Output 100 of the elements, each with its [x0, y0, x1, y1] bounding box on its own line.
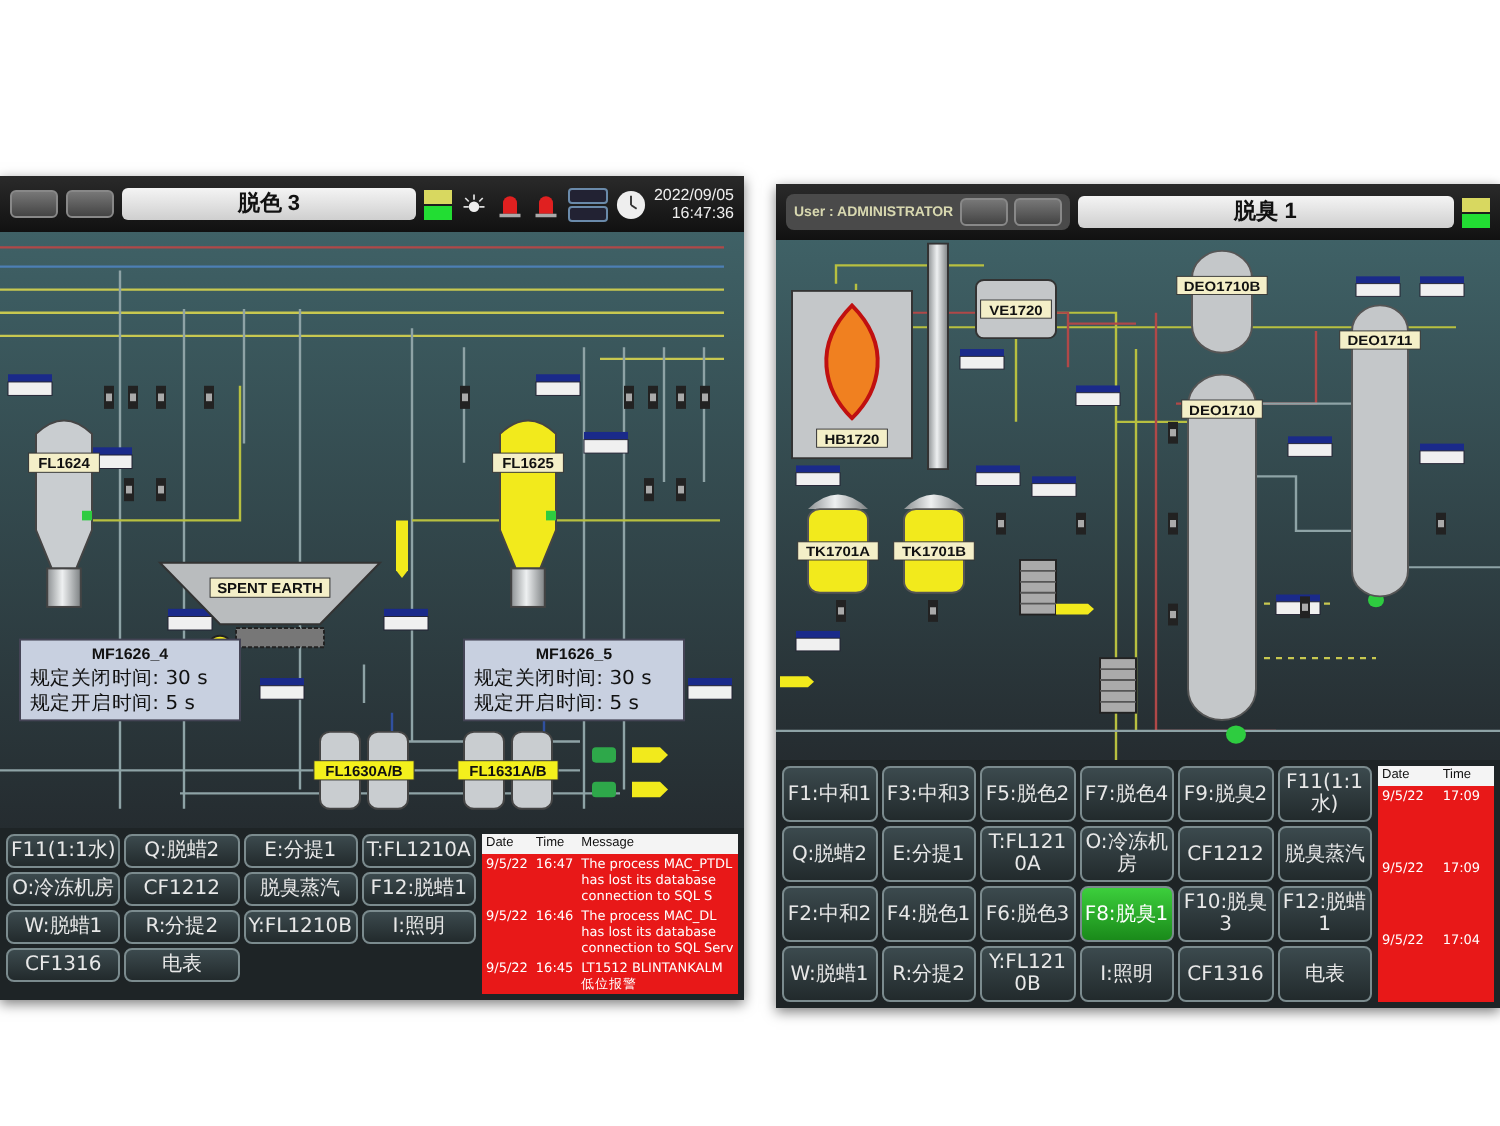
- header-button[interactable]: [567, 187, 608, 203]
- nav-button[interactable]: 脱臭蒸汽: [243, 872, 358, 906]
- nav-button[interactable]: F5:脱色2: [980, 766, 1075, 822]
- nav-button[interactable]: F10:脱臭3: [1178, 886, 1273, 942]
- nav-button[interactable]: CF1316: [1178, 946, 1273, 1002]
- filter-press-drawing: [1019, 559, 1057, 616]
- clock-icon: [615, 189, 646, 219]
- panel-text: 规定开启时间: 5 s: [30, 693, 195, 715]
- readout-icon: [1031, 476, 1077, 497]
- valve-icon: [1168, 603, 1178, 626]
- header-button[interactable]: [959, 198, 1008, 226]
- outlet-tag-icon: [780, 676, 814, 688]
- nav-button[interactable]: F3:中和3: [881, 766, 976, 822]
- nav-button[interactable]: T:FL1210A: [361, 834, 476, 868]
- screen-title: 脱色 3: [122, 188, 416, 220]
- alarm-siren-icon: [495, 191, 524, 217]
- nav-button[interactable]: W:脱蜡1: [6, 910, 121, 944]
- valve-icon: [1076, 512, 1086, 535]
- nav-button[interactable]: E:分提1: [243, 834, 358, 868]
- readout-icon: [1419, 276, 1465, 297]
- valve-icon: [676, 385, 686, 409]
- nav-button[interactable]: CF1212: [1178, 826, 1273, 882]
- outlet-tag-icon: [396, 520, 408, 579]
- readout-icon: [1075, 385, 1121, 406]
- readout-icon: [1287, 436, 1333, 457]
- readout-icon: [959, 349, 1005, 370]
- valve-icon: [460, 385, 470, 409]
- screw-conveyor-drawing: [235, 627, 325, 649]
- nav-button[interactable]: Q:脱蜡2: [124, 834, 239, 868]
- nav-button[interactable]: Y:FL1210B: [980, 946, 1075, 1002]
- time-text: 16:47:36: [669, 204, 734, 222]
- nav-button[interactable]: W:脱蜡1: [782, 946, 877, 1002]
- valve-icon: [996, 512, 1006, 535]
- nav-button[interactable]: F11(1:1水): [1277, 766, 1372, 822]
- screen-title: 脱臭 1: [1077, 196, 1454, 228]
- panel-text: 规定关闭时间: 30 s: [474, 668, 652, 690]
- nav-button[interactable]: R:分提2: [124, 910, 239, 944]
- nav-button[interactable]: Q:脱蜡2: [782, 826, 877, 882]
- nav-button[interactable]: CF1212: [124, 872, 239, 906]
- valve-icon: [836, 600, 846, 622]
- nav-button[interactable]: R:分提2: [881, 946, 976, 1002]
- valve-icon: [624, 385, 634, 409]
- nav-button[interactable]: I:照明: [361, 910, 476, 944]
- valve-icon: [124, 478, 134, 502]
- readout-icon: [583, 431, 629, 454]
- valve-icon: [700, 385, 710, 409]
- readout-icon: [975, 465, 1021, 486]
- valve-icon: [1300, 596, 1310, 619]
- valve-icon: [676, 478, 686, 502]
- outlet-tag-icon: [1056, 603, 1094, 615]
- nav-button[interactable]: F7:脱色4: [1079, 766, 1174, 822]
- valve-icon: [1168, 512, 1178, 535]
- nav-button[interactable]: F12:脱蜡1: [361, 872, 476, 906]
- valve-icon: [128, 385, 138, 409]
- header-button[interactable]: [567, 205, 608, 221]
- valve-icon: [104, 385, 114, 409]
- readout-icon: [7, 374, 53, 396]
- nav-button[interactable]: I:照明: [1079, 946, 1174, 1002]
- readout-icon: [795, 465, 841, 486]
- nav-button[interactable]: F1:中和1: [782, 766, 877, 822]
- nav-button[interactable]: F9:脱臭2: [1178, 766, 1273, 822]
- header-button[interactable]: [10, 190, 58, 218]
- readout-icon: [535, 374, 581, 396]
- nav-button[interactable]: E:分提1: [881, 826, 976, 882]
- nav-button[interactable]: O:冷冻机房: [1079, 826, 1174, 882]
- nav-button[interactable]: CF1316: [6, 948, 121, 982]
- valve-icon: [1168, 421, 1178, 444]
- nav-button[interactable]: 电表: [1277, 946, 1372, 1002]
- light-icon: [459, 191, 488, 217]
- readout-icon: [259, 678, 305, 700]
- readout-icon: [795, 630, 841, 652]
- outlet-tag-icon: [632, 781, 668, 798]
- valve-icon: [644, 478, 654, 502]
- pump-icon: [1226, 725, 1246, 744]
- nav-button[interactable]: O:冷冻机房: [6, 872, 121, 906]
- readout-icon: [1355, 276, 1401, 297]
- readout-icon: [1419, 443, 1465, 465]
- nav-button[interactable]: F6:脱色3: [980, 886, 1075, 942]
- panel-text: 规定关闭时间: 30 s: [30, 668, 208, 690]
- filter-press-drawing: [1099, 657, 1137, 714]
- valve-icon: [204, 385, 214, 409]
- header-button[interactable]: [66, 190, 114, 218]
- nav-button[interactable]: T:FL1210A: [980, 826, 1075, 882]
- valve-icon: [156, 478, 166, 502]
- nav-button[interactable]: 脱臭蒸汽: [1277, 826, 1372, 882]
- nav-button[interactable]: F4:脱色1: [881, 886, 976, 942]
- readout-icon: [167, 608, 213, 631]
- panel-text: 规定开启时间: 5 s: [474, 693, 639, 715]
- valve-icon: [648, 385, 658, 409]
- nav-button[interactable]: F12:脱蜡1: [1277, 886, 1372, 942]
- header-button[interactable]: [1013, 198, 1062, 226]
- readout-icon: [687, 678, 733, 700]
- nav-button[interactable]: F11(1:1水): [6, 834, 121, 868]
- nav-button[interactable]: Y:FL1210B: [243, 910, 358, 944]
- valve-icon: [156, 385, 166, 409]
- nav-button[interactable]: F2:中和2: [782, 886, 877, 942]
- nav-button[interactable]: 电表: [124, 948, 239, 982]
- readout-icon: [383, 608, 429, 631]
- valve-icon: [1436, 512, 1446, 535]
- date-text: 2022/09/05: [653, 186, 734, 204]
